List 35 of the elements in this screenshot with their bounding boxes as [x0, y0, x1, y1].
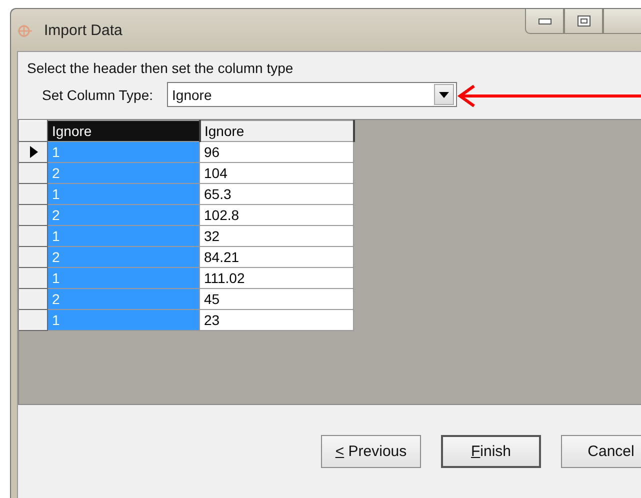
minimize-button[interactable]: [525, 9, 564, 34]
wizard-button[interactable]: Finish: [441, 435, 541, 468]
maximize-button[interactable]: [564, 9, 603, 34]
table-cell: 45: [200, 288, 354, 310]
column-header[interactable]: Ignore: [200, 120, 354, 142]
table-cell: 2: [48, 204, 200, 226]
row-header[interactable]: [20, 142, 48, 162]
table-cell: 104: [200, 162, 354, 184]
table-cell: 2: [48, 246, 200, 268]
table-cell: 65.3: [200, 184, 354, 204]
table-cell: 111.02: [200, 268, 354, 288]
table-cell: 1: [48, 184, 200, 204]
table-cell: 1: [48, 268, 200, 288]
table-cell: 84.21: [200, 246, 354, 268]
table-cell: 1: [48, 226, 200, 246]
table-cell: 23: [200, 310, 354, 330]
minimize-icon: [538, 17, 552, 25]
table-cell: 32: [200, 226, 354, 246]
field-label: Set Column Type:: [42, 86, 154, 102]
window-title: Import Data: [44, 22, 122, 38]
table-cell: 102.8: [200, 204, 354, 226]
column-header[interactable]: Ignore: [48, 120, 200, 142]
table-cell: 2: [48, 162, 200, 184]
wizard-button[interactable]: < Previous: [321, 435, 421, 468]
instruction-text: Select the header then set the column type: [26, 59, 294, 76]
table-cell: 2: [48, 288, 200, 310]
maximize-icon: [576, 15, 590, 27]
corner-header: [20, 120, 48, 142]
column-type-dropdown[interactable]: Ignore: [167, 82, 458, 107]
table-cell: 1: [48, 142, 200, 162]
wizard-button[interactable]: Cancel: [561, 435, 641, 468]
caret-icon: [439, 92, 450, 98]
current-row-icon: [30, 146, 38, 158]
table-cell: 96: [200, 142, 354, 162]
table-cell: 1: [48, 310, 200, 330]
